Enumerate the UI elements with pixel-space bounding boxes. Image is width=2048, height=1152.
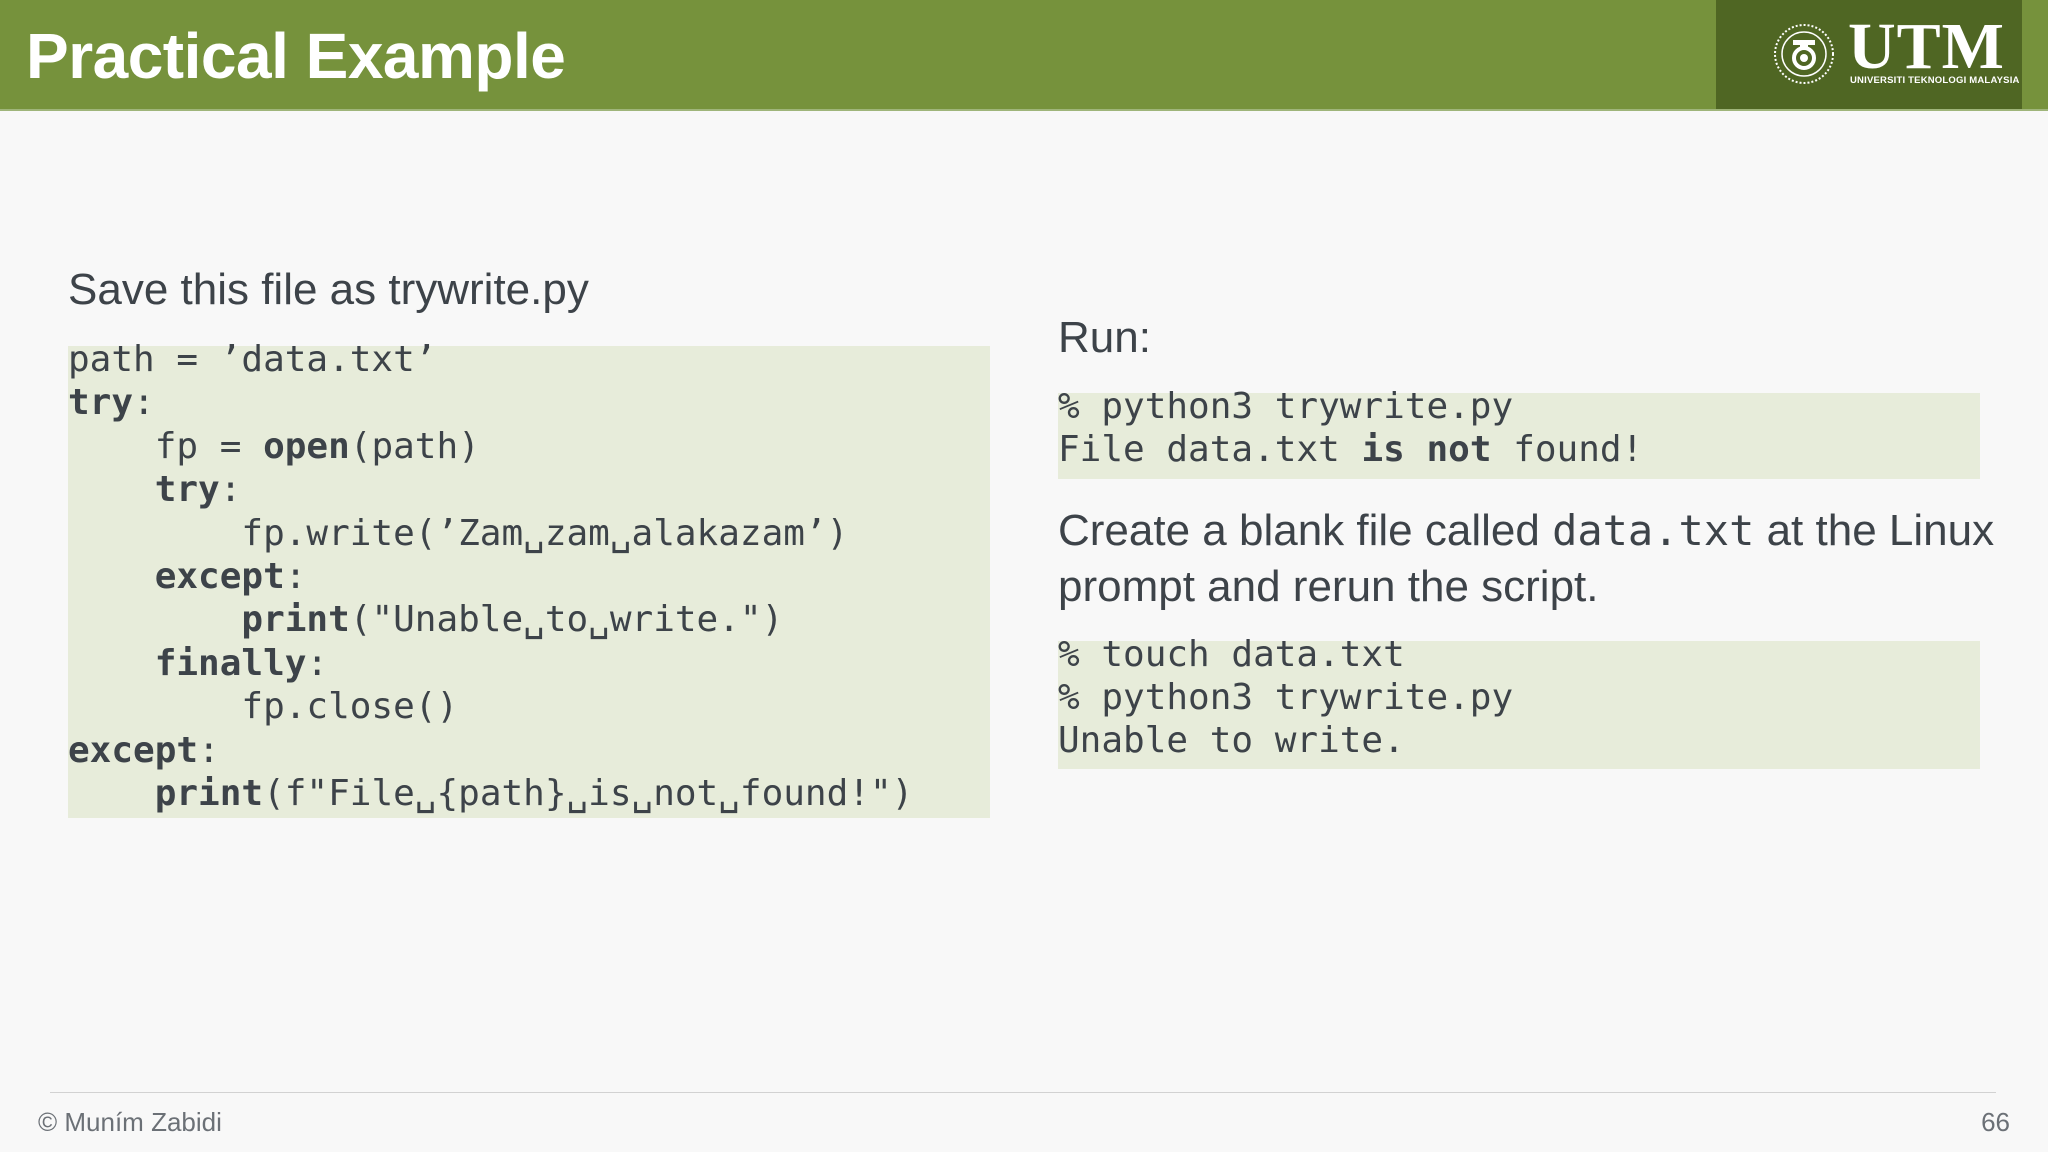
code-text: File data.txt <box>1058 429 1362 470</box>
code-line: print("Unable␣to␣write.") <box>68 598 783 641</box>
code-keyword: try <box>154 469 220 511</box>
code-text: Unable to write. <box>1058 720 1405 761</box>
code-text: % python3 trywrite.py <box>1058 677 1514 718</box>
code-keyword: is <box>1361 429 1405 470</box>
code-text: % touch data.txt <box>1058 634 1405 675</box>
code-line: try: <box>68 381 155 424</box>
code-text: (f"File␣{path}␣is␣not␣found!") <box>263 773 914 814</box>
code-line: finally: <box>68 642 328 685</box>
code-line: path = ’data.txt’ <box>68 338 436 381</box>
code-text: fp.write(’Zam␣zam␣alakazam’) <box>68 512 849 554</box>
instruction-inline-code: data.txt <box>1552 506 1755 555</box>
code-text: : <box>219 469 242 511</box>
code-line: fp.write(’Zam␣zam␣alakazam’) <box>68 512 848 555</box>
run-label: Run: <box>1058 313 1151 362</box>
code-block-rerun-output: % touch data.txt% python3 trywrite.py Una… <box>1058 634 1980 769</box>
code-line: try: <box>68 468 242 511</box>
footer-divider <box>50 1092 1996 1093</box>
utm-logo: UTM UNIVERSITI TEKNOLOGI MALAYSIA <box>1716 0 2022 109</box>
code-block-trywrite: path = ’data.txt’ try: fp = open(path) tr… <box>68 339 990 818</box>
code-text: % python3 trywrite.py <box>1058 386 1514 427</box>
code-line: print(f"File␣{path}␣is␣not␣found!") <box>68 772 914 815</box>
code-text: : <box>306 642 329 684</box>
code-keyword: print <box>241 599 350 641</box>
footer-author: © Muním Zabidi <box>38 1107 222 1137</box>
code-line: except: <box>68 729 220 772</box>
code-line: fp = open(path) <box>68 425 480 468</box>
code-keyword: open <box>263 425 350 467</box>
page-number: 66 <box>1981 1107 2010 1137</box>
code-text: : <box>133 382 155 424</box>
logo-wordmark: UTM <box>1848 10 2005 83</box>
logo-subtitle: UNIVERSITI TEKNOLOGI MALAYSIA <box>1850 75 2020 86</box>
code-keyword: not <box>1426 429 1492 470</box>
header-bar: Practical Example UTM UNIVERSITI TEKNOLO… <box>0 0 2048 111</box>
code-keyword: print <box>154 773 264 814</box>
code-text: : <box>284 556 307 597</box>
code-block-run-output: % python3 trywrite.py File data.txt is no… <box>1058 386 1980 479</box>
code-text: : <box>198 729 220 771</box>
code-keyword: try <box>68 382 134 424</box>
code-text: fp.close() <box>68 686 459 728</box>
code-keyword: except <box>68 729 199 771</box>
instruction-text-1: Create a blank file called <box>1058 506 1553 555</box>
code-keyword: finally <box>154 642 307 684</box>
instruction-paragraph: Create a blank file called data.txt at t… <box>1058 503 1998 615</box>
code-text: found! <box>1491 429 1644 470</box>
code-line: % python3 trywrite.py <box>1058 385 1513 428</box>
left-heading: Save this file as trywrite.py <box>68 265 589 314</box>
code-text: ("Unable␣to␣write.") <box>349 599 784 641</box>
code-line: % python3 trywrite.py <box>1058 676 1513 719</box>
code-line: except: <box>68 555 307 598</box>
code-line: % touch data.txt <box>1058 633 1405 676</box>
code-line: Unable to write. <box>1058 719 1405 762</box>
slide-title: Practical Example <box>26 20 566 92</box>
code-text: (path) <box>349 425 480 467</box>
code-keyword: except <box>154 556 285 597</box>
code-line: fp.close() <box>68 685 458 728</box>
utm-seal-icon <box>1774 24 1834 84</box>
code-text: path = ’data.txt’ <box>68 339 437 380</box>
code-text: fp = <box>68 425 264 467</box>
code-line: File data.txt is not found! <box>1058 428 1643 471</box>
